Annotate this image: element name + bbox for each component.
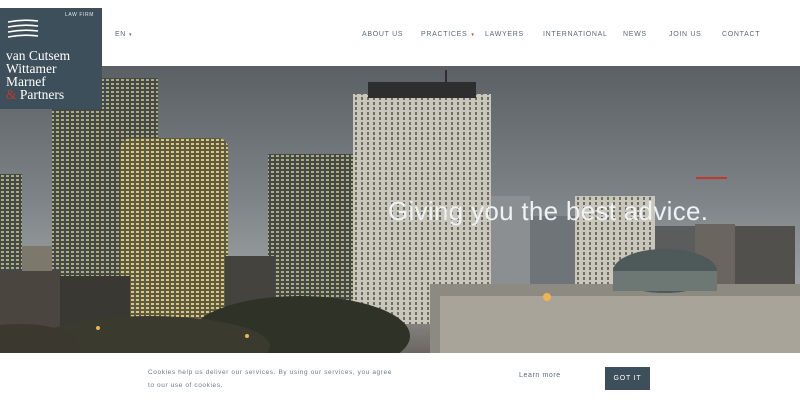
cookie-banner: Cookies help us deliver our services. By… [0, 353, 800, 400]
nav-join-us[interactable]: JOIN US [669, 31, 702, 38]
firm-name-line: & Partners [6, 87, 70, 102]
nav-lawyers[interactable]: LAWYERS [485, 31, 524, 38]
ampersand: & [6, 87, 17, 102]
nav-news[interactable]: NEWS [623, 31, 647, 38]
learn-more-link[interactable]: Learn more [519, 372, 561, 379]
nav-label: PRACTICES [421, 31, 468, 38]
language-selector[interactable]: EN ▾ [115, 31, 132, 38]
chevron-down-icon: ▾ [471, 32, 475, 38]
law-firm-label: LAW FIRM [64, 12, 94, 18]
hero-banner: Giving you the best advice. [0, 66, 800, 353]
hero-tagline: Giving you the best advice. [388, 196, 709, 226]
language-label: EN [115, 31, 126, 38]
nav-label: ABOUT US [362, 31, 404, 38]
logo[interactable]: LAW FIRM van Cutsem Wittamer Marnef & Pa… [0, 8, 102, 109]
nav-label: LAWYERS [485, 31, 524, 38]
firm-name: van Cutsem Wittamer Marnef & Partners [6, 49, 70, 102]
nav-label: CONTACT [722, 31, 761, 38]
chevron-down-icon: ▾ [128, 32, 133, 38]
firm-name-partners: Partners [19, 87, 65, 102]
nav-label: INTERNATIONAL [543, 31, 608, 38]
nav-about-us[interactable]: ABOUT US [362, 31, 403, 38]
cookie-message: Cookies help us deliver our services. By… [148, 369, 392, 389]
nav-label: JOIN US [669, 31, 702, 38]
got-it-button[interactable]: GOT IT [605, 367, 650, 390]
nav-contact[interactable]: CONTACT [722, 31, 760, 38]
nav-label: NEWS [623, 31, 647, 38]
site-header: LAW FIRM van Cutsem Wittamer Marnef & Pa… [0, 0, 800, 109]
nav-practices[interactable]: PRACTICES ▾ [421, 31, 475, 38]
nav-international[interactable]: INTERNATIONAL [543, 31, 608, 38]
accent-line [696, 177, 727, 179]
logo-mark-icon [7, 19, 39, 38]
